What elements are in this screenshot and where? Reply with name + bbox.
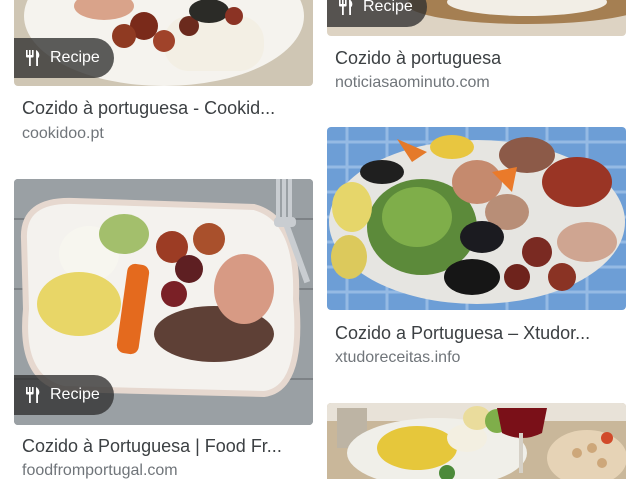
result-source-1: cookidoo.pt xyxy=(22,125,104,142)
result-source-2: noticiasaominuto.com xyxy=(335,74,490,91)
recipe-badge-label: Recipe xyxy=(50,386,100,403)
fork-knife-icon xyxy=(24,49,42,67)
fork-knife-icon xyxy=(24,386,42,404)
result-image-4[interactable] xyxy=(327,127,626,310)
result-image-5[interactable] xyxy=(327,403,626,479)
recipe-badge-2: Recipe xyxy=(327,0,427,27)
result-title-3[interactable]: Cozido à Portuguesa | Food Fr... xyxy=(22,436,307,457)
result-source-4: xtudoreceitas.info xyxy=(335,349,461,366)
fork-knife-icon xyxy=(337,0,355,16)
result-title-4[interactable]: Cozido a Portuguesa – Xtudor... xyxy=(335,323,620,344)
result-title-1[interactable]: Cozido à portuguesa - Cookid... xyxy=(22,98,307,119)
recipe-badge-label: Recipe xyxy=(50,49,100,66)
result-title-2[interactable]: Cozido à portuguesa xyxy=(335,48,620,69)
recipe-badge-1: Recipe xyxy=(14,38,114,78)
recipe-badge-label: Recipe xyxy=(363,0,413,15)
result-source-3: foodfromportugal.com xyxy=(22,462,178,479)
recipe-badge-3: Recipe xyxy=(14,375,114,415)
